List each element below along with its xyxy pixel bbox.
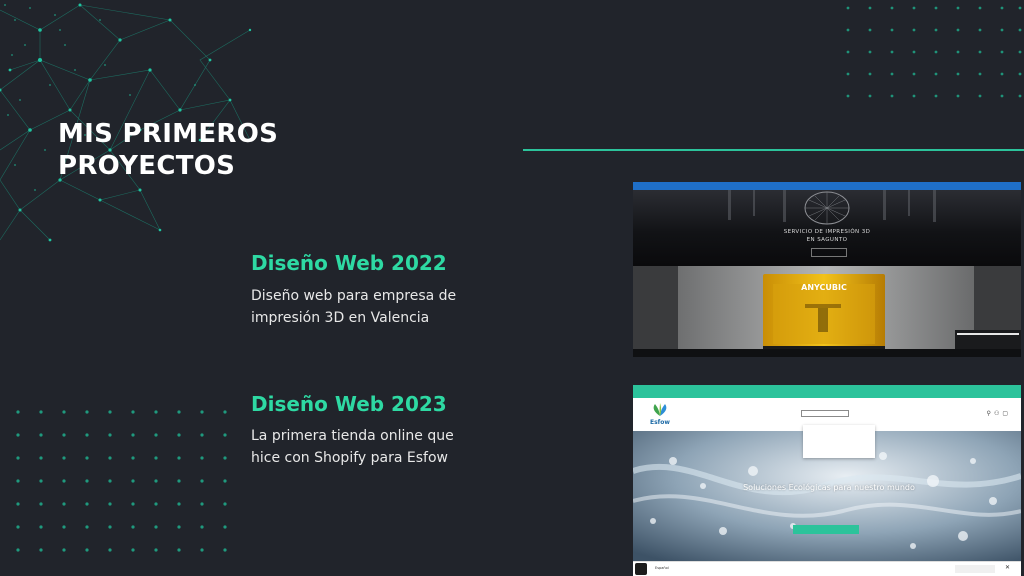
project-1-title: Diseño Web 2022 <box>251 251 447 275</box>
shot1-hero: SERVICIO DE IMPRESIÓN 3D EN SAGUNTO <box>633 190 1021 266</box>
shot2-cookie-accept <box>955 565 995 573</box>
shot1-top-bar <box>633 182 1021 190</box>
project-2-desc-line-2: hice con Shopify para Esfow <box>251 450 448 466</box>
shot2-logo-icon <box>653 403 667 416</box>
shot2-banner-title: Soluciones Ecológicas para nuestro mundo <box>743 483 915 492</box>
accent-divider-line <box>523 149 1024 151</box>
dot-grid-top-right <box>846 6 1022 98</box>
shot2-banner-button <box>793 525 859 534</box>
shot1-hero-button <box>811 248 847 257</box>
project-1-desc-line-1: Diseño web para empresa de <box>251 288 457 304</box>
close-icon: ✕ <box>1005 564 1011 571</box>
search-icon: ⚲ <box>986 410 994 417</box>
shot2-language: Español <box>655 566 669 570</box>
shot2-logo-text: Esfow <box>650 419 670 426</box>
shot1-hero-line-1: SERVICIO DE IMPRESIÓN 3D <box>783 229 871 235</box>
project-1-screenshot: SERVICIO DE IMPRESIÓN 3D EN SAGUNTO ANYC… <box>633 182 1021 357</box>
slide-title-line-2: PROYECTOS <box>58 151 236 181</box>
dot-grid-bottom-left <box>16 410 227 552</box>
project-2-title: Diseño Web 2023 <box>251 392 447 416</box>
shot1-hero-line-2: EN SAGUNTO <box>806 237 848 243</box>
project-2-description: La primera tienda online que hice con Sh… <box>251 425 454 469</box>
shot2-announcement-bar <box>633 385 1021 398</box>
cart-icon: ▢ <box>1002 410 1011 417</box>
shot1-printer-image: ANYCUBIC <box>633 266 1021 357</box>
shopify-icon <box>635 563 647 575</box>
project-1-description: Diseño web para empresa de impresión 3D … <box>251 285 456 329</box>
shot2-cookie-bar: Español ✕ <box>633 561 1021 576</box>
project-1-desc-line-2: impresión 3D en Valencia <box>251 310 430 326</box>
shot2-header-icons: ⚲⚇▢ <box>987 410 1011 417</box>
shot2-nav-dropdown <box>801 410 849 417</box>
shot1-printer-brand: ANYCUBIC <box>801 283 847 292</box>
project-2-screenshot: Esfow ⚲⚇▢ Soluciones Ecológicas para nue… <box>633 385 1021 576</box>
slide-title-line-1: MIS PRIMEROS <box>58 119 279 149</box>
shot1-hero-heading: SERVICIO DE IMPRESIÓN 3D EN SAGUNTO <box>633 228 1021 244</box>
shot2-dropdown-menu <box>803 425 875 458</box>
slide-title: MIS PRIMEROS PROYECTOS <box>58 118 358 182</box>
shot1-bottom-strip <box>633 349 1021 357</box>
project-2-desc-line-1: La primera tienda online que <box>251 428 454 444</box>
